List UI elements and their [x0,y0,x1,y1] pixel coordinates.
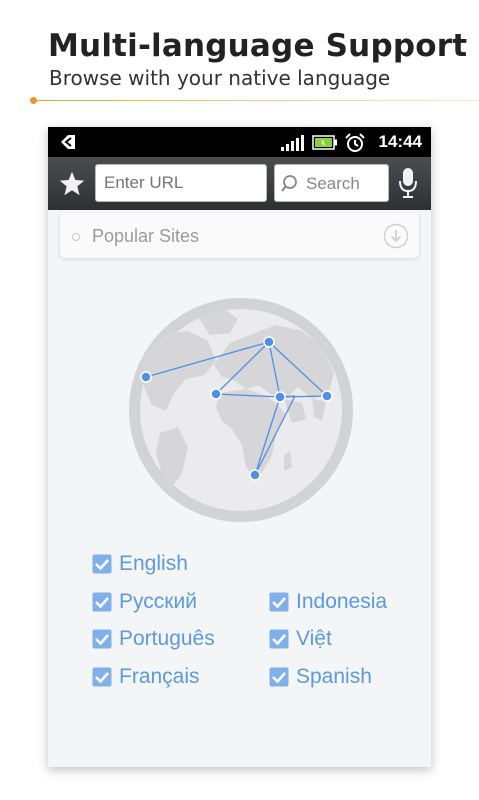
accent-rule-dot [30,97,37,104]
popular-sites-bar[interactable]: Popular Sites [59,214,420,259]
checkbox-checked-icon[interactable] [92,592,112,612]
search-label: Search [306,174,360,193]
city-node [210,388,222,400]
checkbox-checked-icon[interactable] [269,667,289,687]
city-node [263,336,275,348]
url-input[interactable] [95,164,267,202]
accent-rule [34,100,479,101]
signal-icon [281,135,304,151]
globe-illustration [129,298,353,522]
language-label: Indonesia [296,590,388,613]
language-item-spanish[interactable]: Spanish [269,665,372,689]
checkbox-checked-icon[interactable] [92,554,112,574]
language-item-viet[interactable]: Việt [269,627,332,651]
language-label: Spanish [296,665,372,688]
status-time: 14:44 [378,132,422,151]
browser-toolbar: Search [48,157,431,210]
language-item-indonesia[interactable]: Indonesia [269,590,387,614]
city-node [321,390,333,402]
popular-sites-label: Popular Sites [92,226,200,246]
language-item-portuguese[interactable]: Português [92,627,215,651]
status-bar: 14:44 [48,127,431,157]
checkbox-checked-icon[interactable] [92,629,112,649]
promo-subtitle: Browse with your native language [49,66,391,90]
battery-icon [312,135,337,150]
search-box[interactable]: Search [274,164,389,202]
checkbox-checked-icon[interactable] [269,592,289,612]
checkbox-checked-icon[interactable] [269,629,289,649]
language-label: Français [119,665,200,688]
language-item-english[interactable]: English [92,552,188,576]
language-label: Việt [296,627,332,650]
city-node [140,371,152,383]
expand-arrow-icon[interactable] [383,223,409,249]
language-label: English [119,552,188,575]
language-item-french[interactable]: Français [92,665,200,689]
city-node [274,391,286,403]
back-arrow-icon[interactable] [58,132,78,152]
phone-screen: 14:44 Search Popular Sites [48,127,431,767]
language-label: Русский [119,590,197,613]
language-label: Português [119,627,215,650]
city-node [249,469,261,481]
checkbox-checked-icon[interactable] [92,667,112,687]
language-item-russian[interactable]: Русский [92,590,197,614]
search-icon [281,175,297,192]
alarm-clock-icon [345,133,365,152]
star-icon[interactable] [58,170,86,198]
bullet-icon [72,233,80,241]
microphone-icon[interactable] [397,167,419,199]
promo-title: Multi-language Support [48,28,468,64]
